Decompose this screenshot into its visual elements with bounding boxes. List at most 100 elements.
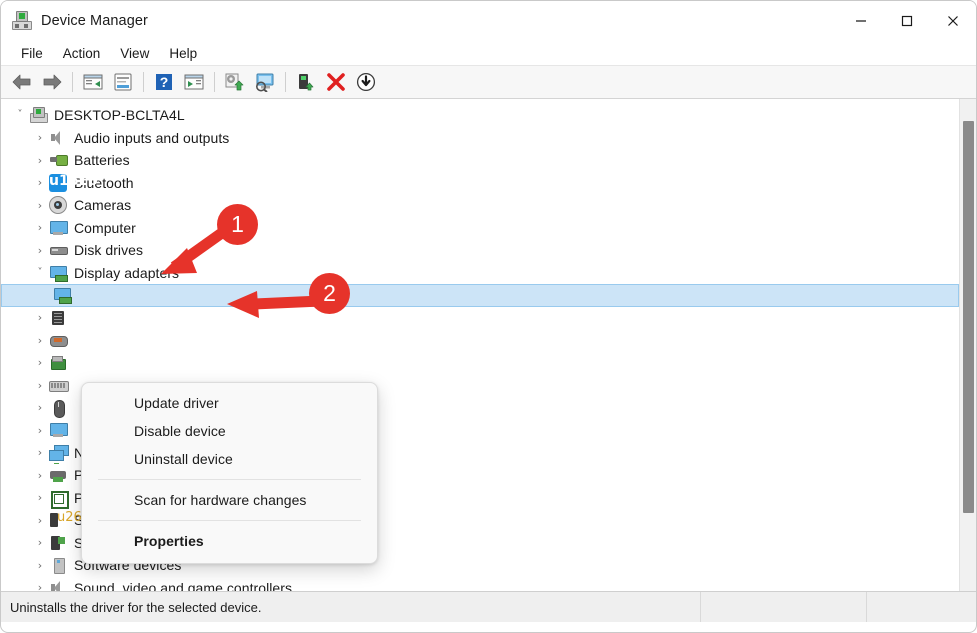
chevron-right-icon[interactable]: ›	[31, 537, 49, 548]
software-component-icon	[49, 534, 67, 552]
update-driver-icon[interactable]	[220, 69, 250, 96]
chevron-right-icon[interactable]: ›	[31, 582, 49, 591]
chevron-right-icon[interactable]: ›	[31, 245, 49, 256]
chevron-right-icon[interactable]: ›	[31, 402, 49, 413]
back-icon[interactable]	[7, 69, 37, 96]
chevron-right-icon[interactable]: ›	[31, 357, 49, 368]
security-device-icon	[49, 511, 67, 529]
chevron-right-icon[interactable]: ›	[31, 447, 49, 458]
context-menu-item-scan-for-hardware-changes[interactable]: Scan for hardware changes	[82, 486, 377, 514]
scrollbar-thumb[interactable]	[963, 121, 974, 513]
chevron-right-icon[interactable]: ›	[31, 312, 49, 323]
chevron-right-icon[interactable]: ›	[31, 492, 49, 503]
tree-item-label: Batteries	[74, 152, 130, 168]
chevron-right-icon[interactable]: ›	[31, 155, 49, 166]
chevron-right-icon[interactable]: ›	[31, 132, 49, 143]
camera-icon	[49, 196, 67, 214]
device-manager-icon	[12, 11, 32, 31]
uninstall-device-icon[interactable]	[321, 69, 351, 96]
keyboard-icon	[49, 376, 67, 394]
status-panel-2	[701, 592, 867, 622]
chevron-right-icon[interactable]: ›	[31, 335, 49, 346]
forward-icon[interactable]	[37, 69, 67, 96]
context-menu-item-properties[interactable]: Properties	[82, 527, 377, 555]
disable-device-icon[interactable]	[351, 69, 381, 96]
status-text: Uninstalls the driver for the selected d…	[10, 600, 261, 615]
context-menu-separator	[98, 479, 361, 480]
tree-item-label: Computer	[74, 220, 136, 236]
tree-row-firmware[interactable]: ›	[1, 307, 959, 330]
menu-bar: File Action View Help	[1, 41, 976, 66]
chevron-right-icon[interactable]: ›	[31, 515, 49, 526]
chevron-right-icon[interactable]: ›	[31, 200, 49, 211]
context-menu-item-uninstall-device[interactable]: Uninstall device	[82, 445, 377, 473]
device-manager-window: Device Manager File Action	[0, 0, 977, 633]
window-controls	[838, 1, 976, 41]
console-tree-icon[interactable]	[78, 69, 108, 96]
monitor-icon	[49, 421, 67, 439]
toolbar-separator	[214, 72, 215, 92]
tree-row-computer[interactable]: › Computer	[1, 217, 959, 240]
status-bar: Uninstalls the driver for the selected d…	[1, 592, 976, 622]
minimize-button[interactable]	[838, 1, 884, 41]
toolbar-separator	[143, 72, 144, 92]
svg-text:?: ?	[160, 74, 169, 90]
action-pane-icon[interactable]	[179, 69, 209, 96]
tree-row-selected-display-device[interactable]	[1, 284, 959, 307]
monitor-icon	[49, 219, 67, 237]
gamepad-icon	[49, 331, 67, 349]
tree-row-batteries[interactable]: › Batteries	[1, 149, 959, 172]
title-bar: Device Manager	[1, 1, 976, 41]
tree-row-bluetooth[interactable]: › Bluetooth	[1, 172, 959, 195]
computer-root-icon	[29, 106, 47, 124]
context-menu: Update driver Disable device Uninstall d…	[81, 382, 378, 564]
software-device-icon	[49, 556, 67, 574]
close-button[interactable]	[930, 1, 976, 41]
chevron-right-icon[interactable]: ›	[31, 560, 49, 571]
chevron-right-icon[interactable]: ›	[31, 222, 49, 233]
chevron-right-icon[interactable]: ›	[31, 470, 49, 481]
help-icon[interactable]: ?	[149, 69, 179, 96]
network-adapters-icon	[49, 444, 67, 462]
chevron-right-icon[interactable]: ›	[31, 380, 49, 391]
tree-row-root[interactable]: ˅ DESKTOP-BCLTA4L	[1, 104, 959, 127]
display-adapter-icon	[49, 264, 67, 282]
maximize-button[interactable]	[884, 1, 930, 41]
chevron-down-icon[interactable]: ˅	[11, 110, 29, 120]
menu-help[interactable]: Help	[159, 44, 207, 63]
speaker-icon	[49, 579, 67, 591]
display-adapter-icon	[53, 286, 71, 304]
menu-view[interactable]: View	[110, 44, 159, 63]
chevron-right-icon[interactable]: ›	[31, 177, 49, 188]
chevron-down-icon[interactable]: ˅	[31, 268, 49, 278]
chevron-right-icon[interactable]: ›	[31, 425, 49, 436]
tree-row-audio[interactable]: › Audio inputs and outputs	[1, 127, 959, 150]
tree-row-display-adapters[interactable]: ˅ Display adapters	[1, 262, 959, 285]
window-title: Device Manager	[41, 13, 148, 29]
vertical-scrollbar[interactable]	[959, 99, 976, 591]
enable-device-icon[interactable]	[291, 69, 321, 96]
tree-item-label: Audio inputs and outputs	[74, 130, 229, 146]
tree-row-ide-controllers[interactable]: ›	[1, 352, 959, 375]
menu-action[interactable]: Action	[53, 44, 111, 63]
tree-row-hid[interactable]: ›	[1, 329, 959, 352]
tree-root-label: DESKTOP-BCLTA4L	[54, 107, 185, 123]
tree-row-disk-drives[interactable]: › Disk drives	[1, 239, 959, 262]
context-menu-item-disable-device[interactable]: Disable device	[82, 417, 377, 445]
tree-row-cameras[interactable]: › Cameras	[1, 194, 959, 217]
properties-icon[interactable]	[108, 69, 138, 96]
toolbar-separator	[72, 72, 73, 92]
processor-icon	[49, 489, 67, 507]
annotation-badge-2: 2	[309, 273, 350, 314]
tree-item-label: Cameras	[74, 197, 131, 213]
chip-icon	[49, 309, 67, 327]
scan-hardware-changes-icon[interactable]	[250, 69, 280, 96]
disk-drive-icon	[49, 241, 67, 259]
menu-file[interactable]: File	[11, 44, 53, 63]
context-menu-item-update-driver[interactable]: Update driver	[82, 389, 377, 417]
status-text-panel: Uninstalls the driver for the selected d…	[1, 592, 701, 622]
network-card-icon	[49, 354, 67, 372]
toolbar-separator	[285, 72, 286, 92]
device-tree-pane: ˅ DESKTOP-BCLTA4L › Audio inputs and out…	[1, 99, 976, 592]
tree-row-sound-video-game[interactable]: › Sound, video and game controllers	[1, 577, 959, 592]
